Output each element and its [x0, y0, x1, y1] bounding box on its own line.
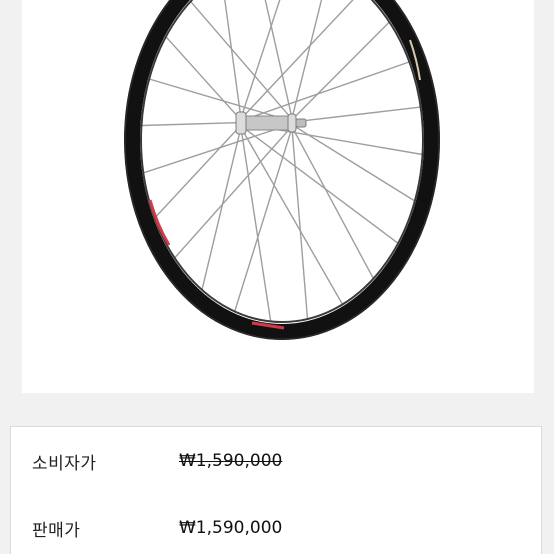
product-image-card[interactable]: [22, 0, 534, 393]
wheel-spoke: [240, 127, 344, 305]
retail-price-value: ₩1,590,000: [179, 451, 283, 471]
wheel-spoke: [141, 121, 242, 127]
wheel-spoke: [154, 124, 242, 219]
wheel-spoke: [174, 125, 293, 259]
wheel-spoke: [190, 0, 293, 120]
wheel-spoke: [240, 125, 399, 244]
wheel-spoke: [240, 0, 354, 120]
wheel-spoke: [291, 127, 309, 320]
wheel-hub-flange-right: [287, 113, 297, 133]
retail-price-row: 소비자가 ₩1,590,000: [11, 446, 541, 476]
wheel-spoke: [291, 106, 421, 123]
wheel-spoke: [149, 78, 293, 122]
retail-price-label: 소비자가: [32, 453, 97, 474]
wheel-image: [124, 0, 440, 340]
wheel-axle: [295, 118, 307, 128]
wheel-spoke: [143, 123, 293, 174]
wheel-spoke: [240, 127, 272, 322]
sale-price-value: ₩1,590,000: [179, 518, 283, 538]
wheel-spoke: [291, 124, 416, 202]
sale-price-row: 판매가 ₩1,590,000: [11, 513, 541, 543]
wheel-spoke: [240, 0, 281, 119]
price-card: 소비자가 ₩1,590,000 판매가 ₩1,590,000: [10, 426, 542, 554]
wheel-hub-flange-left: [235, 111, 247, 135]
wheel-spoke: [291, 21, 390, 121]
wheel-spoke: [165, 36, 242, 121]
wheel-spoke: [234, 127, 293, 312]
sale-price-label: 판매가: [32, 520, 81, 541]
wheel-tire-edge: [124, 0, 440, 340]
product-detail-page: 소비자가 ₩1,590,000 판매가 ₩1,590,000: [0, 0, 554, 554]
